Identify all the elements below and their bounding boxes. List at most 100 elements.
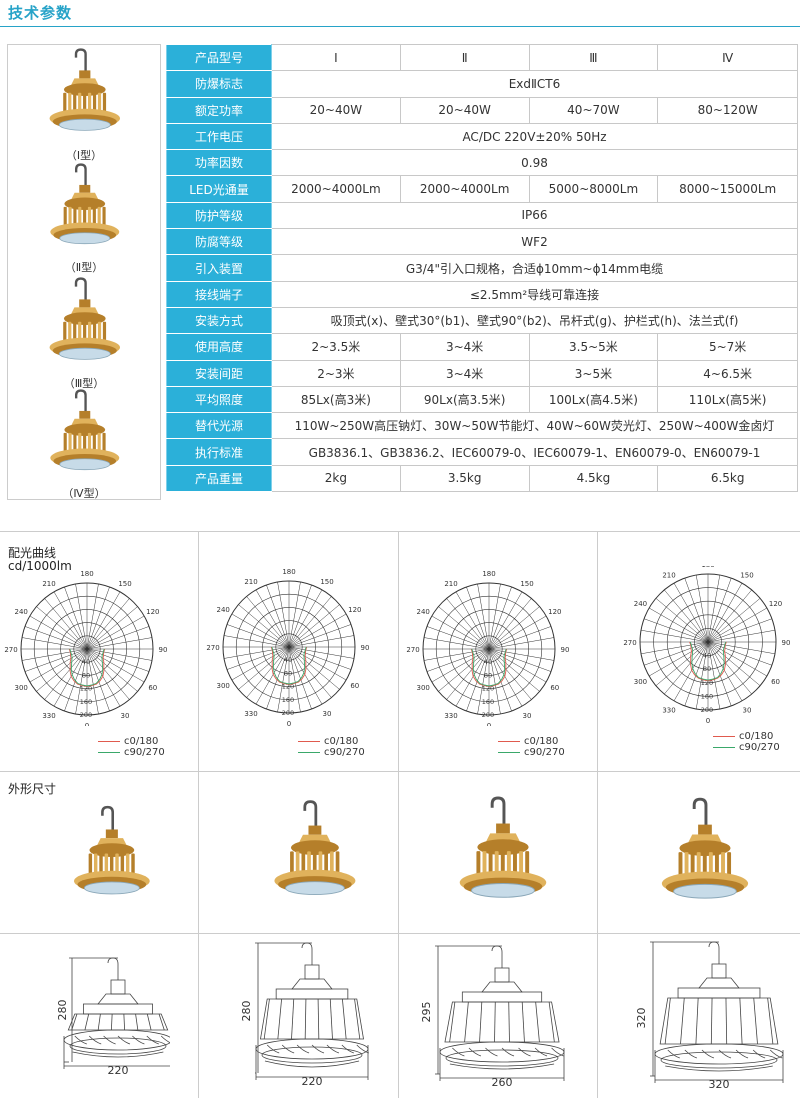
lamp-image [49,277,120,360]
spec-row: 工作电压 AC/DC 220V±20% 50Hz [166,122,798,151]
legend-label: c90/270 [524,747,565,758]
spec-label: 使用高度 [166,333,272,361]
polar-radial-label: 200 [282,709,294,717]
polar-angle-label: 120 [348,606,361,614]
polar-radial-label: 160 [701,692,713,700]
polar-angle-label: 180 [701,566,714,569]
spec-row: 产品型号 Ⅰ Ⅱ Ⅲ Ⅳ [166,43,798,72]
polar-angle-label: 330 [42,712,55,720]
lamp-neck [105,829,118,839]
polar-angle-label: 150 [320,578,333,586]
spec-label: 防护等级 [166,201,272,230]
polar-chart-4: 1801501209060300330300270240210408012016… [623,566,790,725]
spec-label: 安装方式 [166,306,272,335]
polar-angle-label: 60 [350,682,359,690]
spec-cell: 80~120W [657,96,798,124]
spec-cell: 3~4米 [399,333,530,361]
model-caption: （Ⅳ型） [62,487,106,500]
spec-label: LED光通量 [166,175,272,203]
column-divider [198,531,199,1098]
legend-swatch [713,736,735,737]
spec-row: 平均照度 85Lx(高3米) 90Lx(高3.5米) 100Lx(高4.5米) 110L… [166,385,798,414]
lamp-neck [496,823,510,834]
spec-cell: G3/4"引入口规格，合适ϕ10mm~ϕ14mm电缆 [271,254,798,282]
height-dimension-label: 280 [240,1001,253,1022]
polar-angle-label: 150 [520,580,533,588]
polar-radial-label: 160 [282,696,294,704]
column-divider [398,531,399,1098]
spec-label: 防腐等级 [166,228,272,256]
polar-angle-label: 90 [159,646,168,654]
legend-swatch [98,752,120,753]
spec-cell: 100Lx(高4.5米) [528,385,659,414]
spec-label: 产品型号 [166,43,272,72]
spec-cell: ≤2.5mm²导线可靠连接 [271,280,798,308]
spec-cell: Ⅱ [399,43,530,72]
lamp-lens [58,347,111,360]
height-dimension-label: 320 [635,1008,648,1029]
polar-angle-label: 90 [361,644,370,652]
polar-radial-label: 40 [703,652,711,660]
spec-label: 安装间距 [166,359,272,387]
height-dimension-label: 280 [56,1000,69,1021]
spec-label: 引入装置 [166,254,272,282]
spec-cell: AC/DC 220V±20% 50Hz [271,122,798,151]
hook [74,48,87,72]
spec-cell: 40~70W [528,96,659,124]
spec-cell: 4~6.5米 [657,359,798,387]
spec-cell: 2~3米 [271,359,401,387]
technical-outline [650,941,784,1083]
lamp-lens [673,883,737,899]
polar-angle-label: 330 [444,712,457,720]
polar-angle-label: 60 [148,684,157,692]
polar-radial-label: 40 [82,658,90,666]
spec-cell: GB3836.1、GB3836.2、IEC60079-0、IEC60079-1、… [271,438,798,466]
polar-chart-2: 1801501209060300330300270240210408012016… [206,568,370,726]
polar-angle-label: 0 [287,720,291,726]
spec-row: 防腐等级 WF2 [166,228,798,256]
polar-chart-3: 1801501209060300330300270240210408012016… [406,570,569,726]
technical-outline [255,942,369,1080]
lamp-photo-1 [74,805,150,895]
polar-chart-1: 1801501209060300330300270240210408012016… [4,570,168,726]
polar-angle-label: 330 [244,710,257,718]
polar-angle-label: 150 [740,571,753,579]
hook [74,163,87,187]
spec-cell: 3.5kg [399,464,530,493]
section-divider [0,531,800,532]
polar-angle-label: 120 [146,608,159,616]
lamp-neck [79,410,91,419]
model-thumb-1: （Ⅰ型） [8,47,160,163]
legend-swatch [98,741,120,742]
height-dimension-label: 295 [420,1002,433,1023]
polar-angle-label: 300 [416,684,429,692]
lamp-lens [285,881,345,896]
polar-angle-label: 300 [14,684,27,692]
spec-label: 平均照度 [166,385,272,414]
lamp-neck [79,184,91,193]
column-divider [597,531,598,1098]
polar-angle-label: 120 [769,600,782,608]
polar-angle-label: 330 [662,707,675,715]
polar-angle-label: 210 [42,580,55,588]
spec-label: 替代光源 [166,412,272,440]
spec-cell: 4.5kg [528,464,659,493]
spec-row: 防护等级 IP66 [166,201,798,230]
spec-cell: Ⅰ [271,43,401,72]
spec-cell: 5000~8000Lm [528,175,659,203]
legend-swatch [498,741,520,742]
dimension-drawing-1: 280 220 [56,957,170,1077]
lamp-image [49,48,120,131]
hook [101,805,115,832]
lamp-neck [308,825,322,835]
polar-angle-label: 30 [121,712,130,720]
legend-swatch [498,752,520,753]
legend-entry: c90/270 [713,742,780,753]
polar-radial-label: 80 [284,669,292,677]
legend-label: c0/180 [739,731,774,742]
spec-cell: 吸顶式(x)、壁式30°(b1)、壁式90°(b2)、吊杆式(g)、护栏式(h)… [271,306,798,335]
spec-cell: 110Lx(高5米) [657,385,798,414]
polar-angle-label: 270 [206,644,219,652]
lamp-lens [83,881,140,895]
polar-angle-label: 120 [548,608,561,616]
